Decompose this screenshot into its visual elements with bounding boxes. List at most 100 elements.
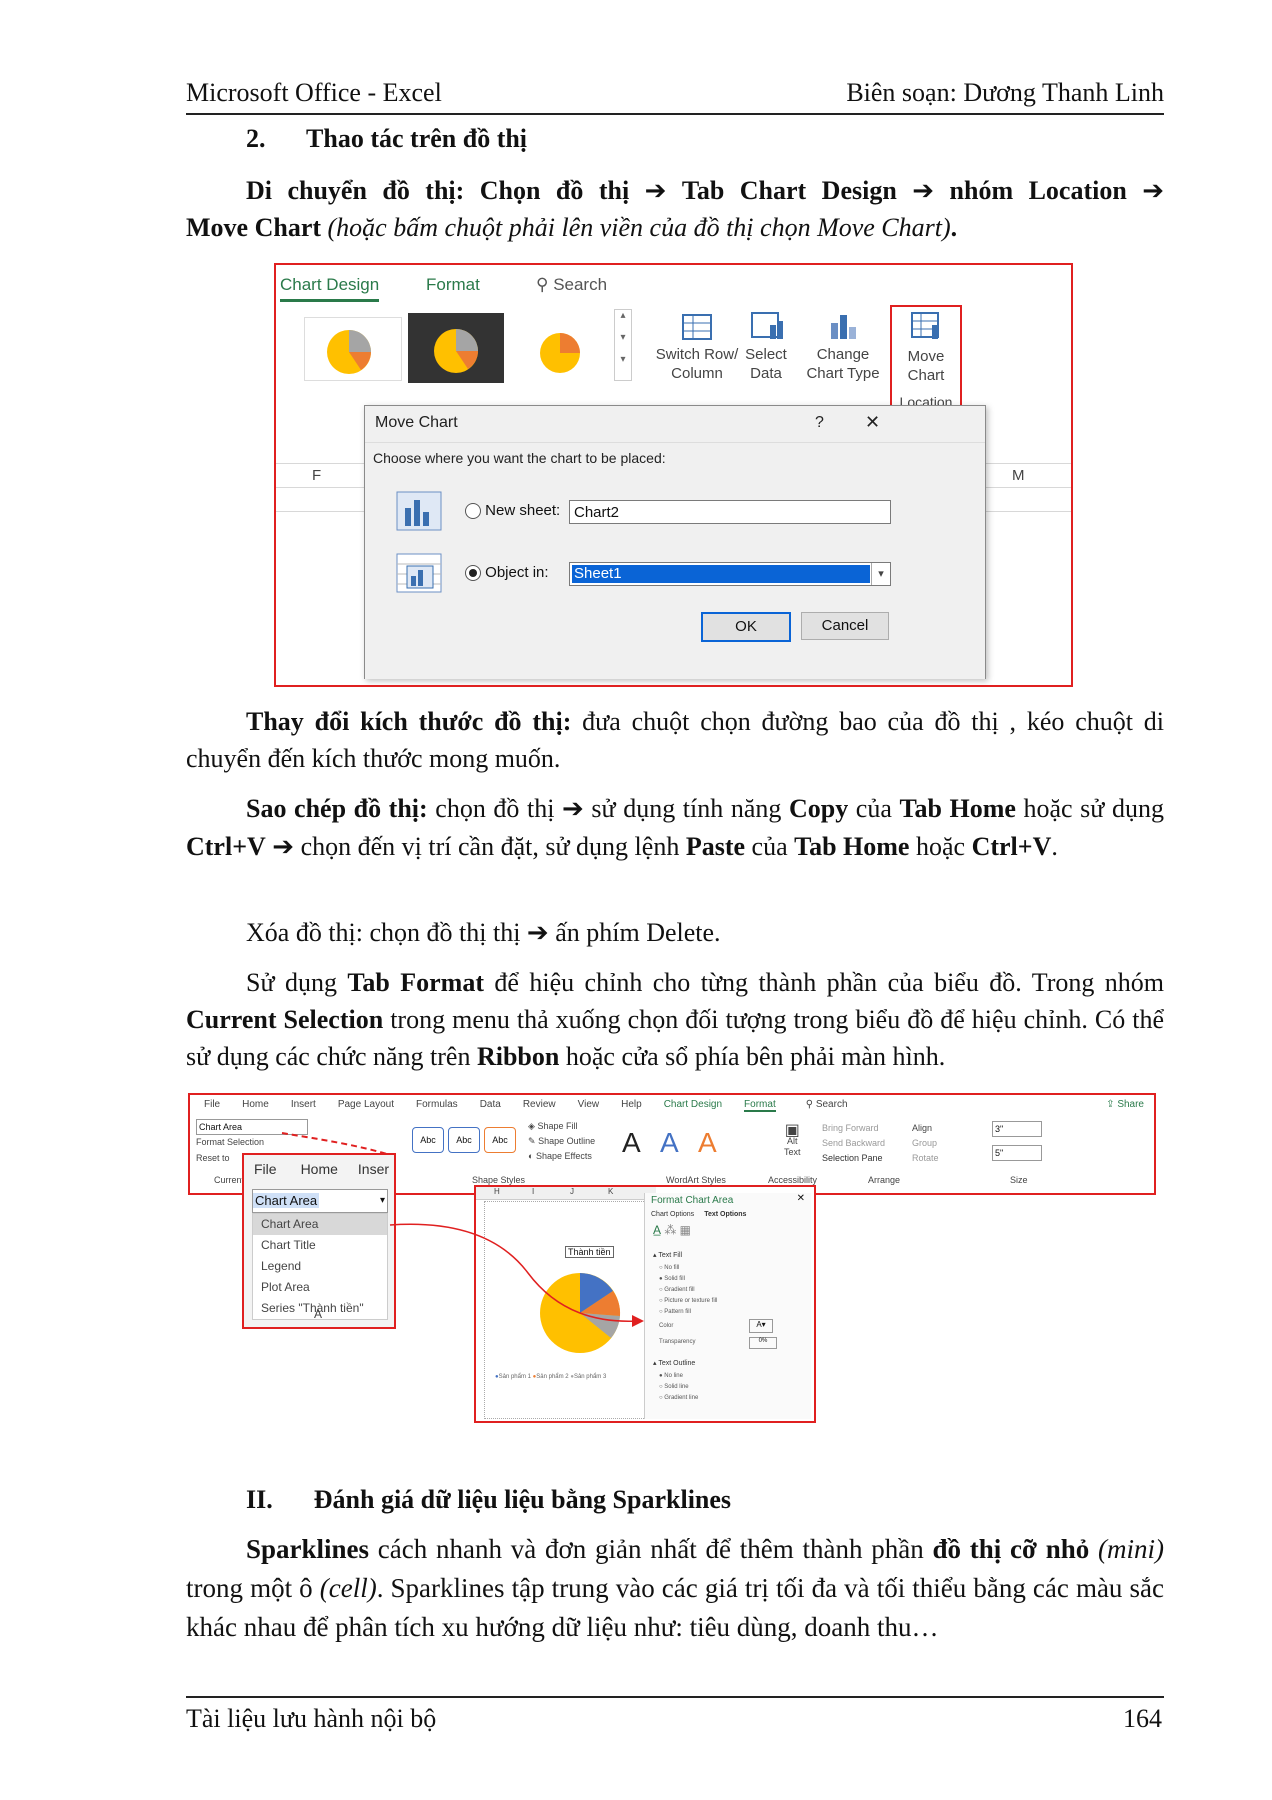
object-in-select[interactable]: Sheet1 ▾ (569, 562, 891, 586)
dropdown-select[interactable]: Chart Area ▾ (252, 1189, 388, 1213)
tab-help[interactable]: Help (621, 1099, 642, 1110)
ok-button[interactable]: OK (701, 612, 791, 642)
chart-style-thumb-1[interactable] (304, 317, 402, 381)
shape-style-2[interactable]: Abc (448, 1127, 480, 1153)
wordart-style-2[interactable]: A (660, 1127, 679, 1159)
text-fill-icon[interactable]: A̲ ⁂ ▦ (653, 1223, 691, 1237)
move-chart-button[interactable]: Move Chart Location (890, 305, 962, 421)
pane-tabs: Chart Options Text Options (651, 1211, 746, 1218)
share-icon: ⇪ (1106, 1099, 1115, 1110)
text-fill-header[interactable]: ▴ Text Fill (653, 1251, 682, 1259)
tab-chart-design[interactable]: Chart Design (280, 275, 380, 302)
help-button[interactable]: ? (815, 414, 824, 432)
shape-style-1[interactable]: Abc (412, 1127, 444, 1153)
header-right: Biên soạn: Dương Thanh Linh (846, 78, 1164, 107)
shape-style-3[interactable]: Abc (484, 1127, 516, 1153)
tab-insert[interactable]: Insert (291, 1099, 316, 1110)
group-button[interactable]: Group (912, 1136, 939, 1151)
align-button[interactable]: Align (912, 1121, 939, 1136)
search-box[interactable]: ⚲ Search (536, 275, 607, 295)
outline-option[interactable]: ○ Gradient line (659, 1393, 698, 1404)
tab-review[interactable]: Review (523, 1099, 556, 1110)
tab-chart-design[interactable]: Chart Design (664, 1099, 722, 1110)
rotate-button[interactable]: Rotate (912, 1151, 939, 1166)
tab-format[interactable]: Format (426, 275, 480, 295)
tab-view[interactable]: View (578, 1099, 600, 1110)
dropdown-item[interactable]: Chart Title (253, 1235, 387, 1256)
chart-legend[interactable]: ●Sản phẩm 1 ●Sản phẩm 2 ●Sản phẩm 3 (495, 1374, 606, 1380)
chart-style-thumb-3[interactable] (512, 317, 608, 379)
fill-option[interactable]: ○ Pattern fill (659, 1307, 717, 1318)
chevron-down-icon[interactable]: ▾ (380, 1190, 385, 1212)
dropdown-item[interactable]: Chart Area (253, 1214, 387, 1235)
gallery-scroll[interactable]: ▴ ▾ ▾ (614, 309, 632, 381)
selection-pane-button[interactable]: Selection Pane (822, 1151, 885, 1166)
alt-text-button[interactable]: ▣ Alt Text (784, 1123, 801, 1158)
shape-fill-button[interactable]: ◈ Shape Fill (528, 1119, 595, 1134)
new-sheet-input[interactable]: Chart2 (569, 500, 891, 524)
send-backward-button[interactable]: Send Backward (822, 1136, 885, 1151)
pane-tab-text-options[interactable]: Text Options (704, 1211, 746, 1218)
width-input[interactable]: 5" (992, 1145, 1042, 1161)
dd-tab-home[interactable]: Home (301, 1161, 338, 1177)
new-sheet-label: New sheet: (485, 502, 561, 519)
dropdown-selected: Chart Area (253, 1193, 320, 1208)
dialog-title: Move Chart (375, 414, 458, 431)
tab-home[interactable]: Home (242, 1099, 269, 1110)
close-icon[interactable]: ✕ (865, 412, 880, 433)
fill-option[interactable]: ○ Gradient fill (659, 1285, 717, 1296)
resize-bold: Thay đổi kích thước đồ thị: (246, 707, 572, 736)
text-outline-header[interactable]: ▴ Text Outline (653, 1359, 695, 1367)
tab-formulas[interactable]: Formulas (416, 1099, 458, 1110)
fill-option[interactable]: ○ Picture or texture fill (659, 1296, 717, 1307)
cancel-button[interactable]: Cancel (801, 612, 889, 640)
switch-row-column-button[interactable]: Switch Row/ Column (654, 309, 740, 383)
tab-data[interactable]: Data (480, 1099, 501, 1110)
close-icon[interactable]: ✕ (797, 1193, 805, 1204)
copy-b3: Tab Home (899, 794, 1016, 823)
shape-format-buttons: ◈ Shape Fill ✎ Shape Outline ◐ Shape Eff… (528, 1119, 595, 1164)
group-size-label: Size (1010, 1175, 1028, 1185)
column-header-m: M (1012, 467, 1025, 484)
select-data-icon (740, 309, 792, 345)
dd-tab-insert[interactable]: Inser (358, 1161, 389, 1177)
delete-t1: Xóa đồ thị: chọn đồ thị thị (246, 918, 527, 947)
fill-option[interactable]: ○ No fill (659, 1263, 717, 1274)
tab-format[interactable]: Format (744, 1099, 776, 1112)
change-chart-type-button[interactable]: Change Chart Type (802, 309, 884, 383)
outline-option[interactable]: ○ Solid line (659, 1382, 698, 1393)
copy-b5: Paste (685, 832, 746, 861)
chevron-down-icon[interactable]: ▾ (871, 563, 890, 585)
share-button[interactable]: ⇪ Share (1106, 1099, 1144, 1110)
bring-forward-button[interactable]: Bring Forward (822, 1121, 885, 1136)
new-sheet-radio[interactable]: New sheet: (465, 502, 561, 520)
arrange-buttons: Bring Forward Send Backward Selection Pa… (822, 1121, 885, 1166)
object-in-radio[interactable]: Object in: (465, 564, 549, 582)
chart-style-thumb-2[interactable] (408, 313, 504, 383)
transparency-input[interactable]: 0% (749, 1337, 777, 1349)
dropdown-item[interactable]: Legend (253, 1256, 387, 1277)
format-selection-button[interactable]: Format Selection (196, 1137, 264, 1147)
fill-option[interactable]: ● Solid fill (659, 1274, 717, 1285)
move-chart-dialog: Move Chart ? ✕ Choose where you want the… (364, 405, 986, 679)
dialog-prompt: Choose where you want the chart to be pl… (373, 450, 666, 466)
shape-effects-button[interactable]: ◐ Shape Effects (528, 1149, 595, 1164)
wordart-style-3[interactable]: A (698, 1127, 717, 1159)
pane-tab-chart-options[interactable]: Chart Options (651, 1211, 694, 1218)
group-accessibility-label: Accessibility (768, 1175, 818, 1185)
arrow-icon: ➔ (562, 794, 584, 824)
footer-rule (186, 1696, 1164, 1698)
wordart-style-1[interactable]: A (622, 1127, 641, 1159)
ribbon-search[interactable]: Search (816, 1099, 848, 1110)
outline-option[interactable]: ● No line (659, 1371, 698, 1382)
shape-outline-button[interactable]: ✎ Shape Outline (528, 1134, 595, 1149)
dropdown-item[interactable]: Plot Area (253, 1277, 387, 1298)
ribbon-tabs: File Home Insert Page Layout Formulas Data Rev… (204, 1099, 848, 1112)
tab-file[interactable]: File (204, 1099, 220, 1110)
height-input[interactable]: 3" (992, 1121, 1042, 1137)
select-data-button[interactable]: Select Data (740, 309, 792, 383)
dd-tab-file[interactable]: File (254, 1161, 277, 1177)
tab-page-layout[interactable]: Page Layout (338, 1099, 394, 1110)
color-picker[interactable]: A▾ (749, 1319, 773, 1333)
reset-button[interactable]: Reset to (196, 1153, 230, 1163)
